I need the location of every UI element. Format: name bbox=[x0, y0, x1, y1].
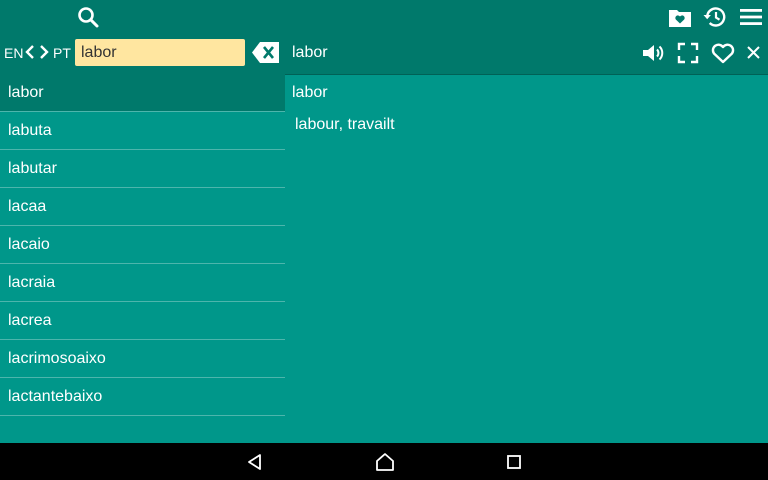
word-list: labor labuta labutar lacaa lacaio lacraia lacr… bbox=[0, 74, 285, 416]
word-list-item[interactable]: lacaio bbox=[0, 226, 285, 264]
word-list-item[interactable]: lacraia bbox=[0, 264, 285, 302]
heart-outline-icon[interactable] bbox=[710, 40, 736, 66]
clear-input-icon[interactable] bbox=[251, 41, 281, 64]
word-list-item[interactable]: lacaa bbox=[0, 188, 285, 226]
entry-definition: labour, travailt bbox=[295, 116, 395, 133]
search-icon[interactable] bbox=[76, 5, 100, 29]
close-icon[interactable] bbox=[745, 44, 762, 61]
word-list-item[interactable]: lacrea bbox=[0, 302, 285, 340]
word-list-item[interactable]: labuta bbox=[0, 112, 285, 150]
search-input[interactable] bbox=[75, 39, 245, 66]
word-list-item[interactable]: labor bbox=[0, 74, 285, 112]
speaker-icon[interactable] bbox=[641, 41, 665, 65]
chevron-left-icon[interactable] bbox=[24, 44, 36, 60]
header-word: labor bbox=[292, 44, 328, 61]
word-list-item[interactable]: lacrimosoaixo bbox=[0, 340, 285, 378]
menu-icon[interactable] bbox=[738, 4, 764, 30]
app-toolbar: EN PT labor bbox=[0, 0, 768, 75]
nav-home-icon[interactable] bbox=[375, 452, 395, 472]
word-list-item[interactable]: lactantebaixo bbox=[0, 378, 285, 416]
entry-headword: labor bbox=[292, 84, 328, 101]
source-language[interactable]: EN bbox=[4, 45, 23, 61]
word-list-item[interactable]: labutar bbox=[0, 150, 285, 188]
nav-back-icon[interactable] bbox=[246, 453, 264, 471]
history-icon[interactable] bbox=[702, 4, 728, 30]
folder-heart-icon[interactable] bbox=[667, 4, 693, 30]
chevron-right-icon[interactable] bbox=[38, 44, 50, 60]
nav-recents-icon[interactable] bbox=[506, 454, 522, 470]
fullscreen-icon[interactable] bbox=[677, 41, 699, 65]
target-language[interactable]: PT bbox=[53, 45, 71, 61]
